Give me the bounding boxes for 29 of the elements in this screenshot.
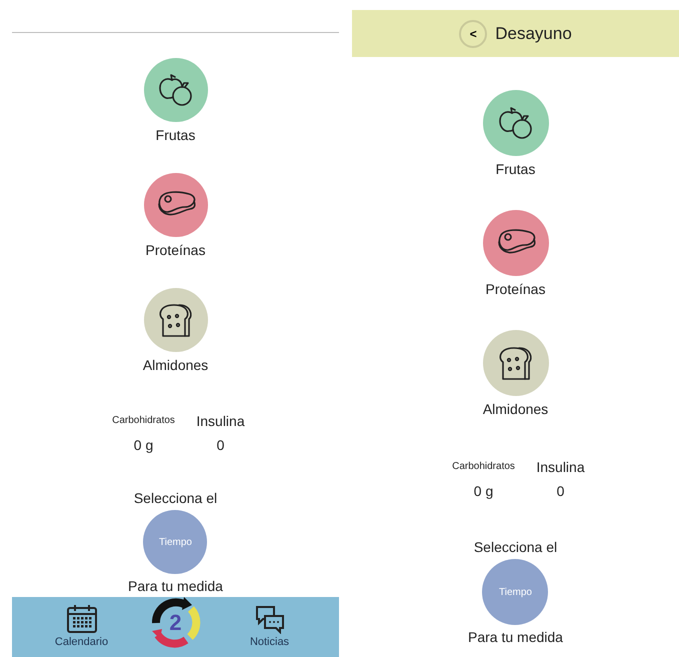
chat-icon xyxy=(254,604,286,634)
carbs-value: 0 g xyxy=(472,482,494,500)
category-label: Proteínas xyxy=(486,280,546,298)
back-button[interactable]: < xyxy=(459,20,488,48)
calendar-icon xyxy=(66,604,98,634)
logo-number: 2 xyxy=(169,612,182,634)
bread-icon xyxy=(496,345,534,381)
screen-title: Desayuno xyxy=(495,22,572,45)
time-caption: Para tu medida xyxy=(468,628,563,646)
apples-icon xyxy=(158,73,194,107)
carbs-label: Carbohidratos xyxy=(451,460,516,474)
calendar-tab[interactable]: Calendario xyxy=(46,597,116,648)
insulin-value: 0 xyxy=(556,482,566,500)
insulin-value: 0 xyxy=(216,436,226,454)
apples-icon xyxy=(498,106,534,140)
time-prompt: Selecciona el xyxy=(134,489,218,507)
time-caption: Para tu medida xyxy=(128,577,223,595)
category-label: Proteínas xyxy=(146,241,206,259)
news-tab[interactable]: Noticias xyxy=(234,597,304,648)
category-label: Frutas xyxy=(496,160,536,178)
carbs-value: 0 g xyxy=(132,436,154,454)
insulin-label: Insulina xyxy=(535,458,586,476)
bread-icon xyxy=(156,302,194,338)
time-prompt: Selecciona el xyxy=(474,538,558,556)
category-label: Almidones xyxy=(142,356,208,374)
carbs-label: Carbohidratos xyxy=(111,414,176,428)
category-label: Frutas xyxy=(156,126,196,144)
category-label: Almidones xyxy=(482,400,548,418)
insulin-label: Insulina xyxy=(195,412,246,430)
